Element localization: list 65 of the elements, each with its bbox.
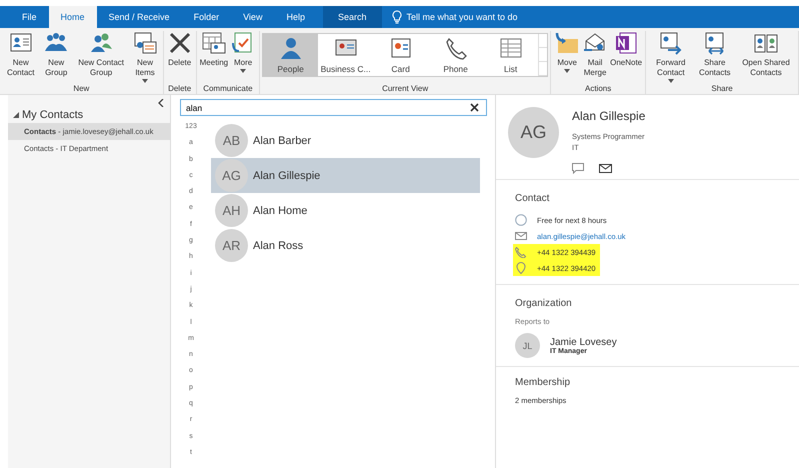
status-icon xyxy=(515,214,527,226)
avatar-initials: AG xyxy=(215,159,248,192)
mail-icon[interactable] xyxy=(599,164,612,173)
ribbon-button[interactable]: OneNote xyxy=(609,31,644,68)
view-option[interactable]: List xyxy=(483,34,538,76)
pin-icon xyxy=(515,262,527,274)
gallery-scrollbar[interactable] xyxy=(538,34,548,76)
group-label: New xyxy=(73,84,90,94)
ribbon-tab[interactable]: File xyxy=(10,6,49,28)
list-icon xyxy=(498,36,524,60)
group-label: Current View xyxy=(382,84,428,94)
view-option[interactable]: Card xyxy=(373,34,428,76)
ribbon-button[interactable]: New Items xyxy=(129,31,161,83)
chat-icon[interactable] xyxy=(572,163,584,174)
section-heading: Organization xyxy=(515,298,573,309)
ribbon-tab[interactable]: View xyxy=(231,6,274,28)
view-option[interactable]: Phone xyxy=(428,34,484,76)
phone-icon xyxy=(515,246,527,258)
collapse-icon[interactable] xyxy=(158,99,164,107)
ribbon-tab[interactable]: Send / Receive xyxy=(96,6,182,28)
ribbon-button[interactable]: New Contact xyxy=(2,31,40,78)
avatar-initials: AR xyxy=(215,229,248,262)
manager-name[interactable]: Jamie Lovesey xyxy=(550,336,617,348)
caret-icon xyxy=(240,69,246,73)
ribbon-button[interactable]: Meeting xyxy=(198,31,230,68)
ribbon-button[interactable]: Share Contacts xyxy=(694,31,736,78)
contact-item[interactable]: AR Alan Ross xyxy=(211,228,480,263)
meeting-icon xyxy=(200,31,227,55)
view-option[interactable]: People xyxy=(263,34,318,76)
caret-icon xyxy=(564,69,570,73)
search-field[interactable]: alan xyxy=(180,99,487,116)
tell-me-search[interactable]: Tell me what you want to do xyxy=(406,12,518,22)
ribbon-button[interactable]: Open Shared Contacts xyxy=(736,31,796,78)
ribbon-button[interactable]: New Group xyxy=(40,31,73,78)
ribbon-button[interactable]: Mail Merge xyxy=(581,31,610,78)
caret-icon xyxy=(668,79,674,83)
ribbon-tab[interactable]: Help xyxy=(274,6,317,28)
folder-group[interactable]: My Contacts xyxy=(8,107,170,123)
group-label: Actions xyxy=(585,84,612,94)
contact-name: Alan Gillespie xyxy=(572,109,646,123)
ribbon-button[interactable]: New Contact Group xyxy=(72,31,130,78)
avatar-initials: AB xyxy=(215,124,248,157)
close-icon[interactable] xyxy=(470,103,479,112)
contact-item[interactable]: AH Alan Home xyxy=(211,193,480,228)
mail-icon xyxy=(515,232,527,240)
caret-icon xyxy=(142,79,148,83)
avatar-initials: AG xyxy=(508,107,559,158)
avatar-initials: AH xyxy=(215,194,248,227)
ribbon-button[interactable]: Forward Contact xyxy=(648,31,694,83)
ribbon-tab[interactable]: Folder xyxy=(182,6,232,28)
ribbon-tab[interactable]: Search xyxy=(322,6,382,28)
ribbon-button[interactable]: More xyxy=(229,31,258,73)
group-label: Share xyxy=(711,84,733,94)
ribbon-button[interactable]: Move xyxy=(553,31,582,73)
view-option[interactable]: Business C... xyxy=(318,34,374,76)
ribbon-button[interactable]: Delete xyxy=(166,31,194,68)
ribbon-tab[interactable]: Home xyxy=(48,6,97,28)
lightbulb-icon xyxy=(392,10,402,24)
group-label: Communicate xyxy=(203,84,253,94)
contact-item[interactable]: AB Alan Barber xyxy=(211,123,480,158)
section-heading: Membership xyxy=(515,377,572,388)
group-label: Delete xyxy=(168,84,192,94)
contact-item[interactable]: AG Alan Gillespie xyxy=(211,158,480,193)
section-heading: Contact xyxy=(515,193,550,204)
avatar-initials: JL xyxy=(515,333,540,358)
